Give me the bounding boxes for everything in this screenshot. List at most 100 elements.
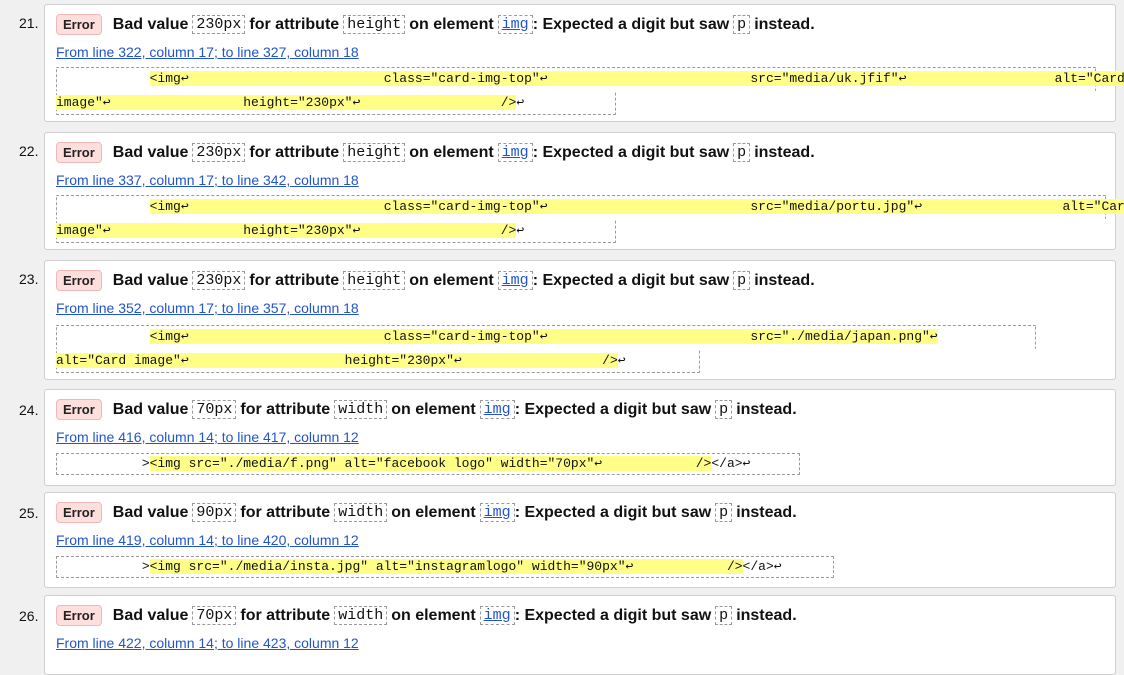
msg-text: : Expected a digit but saw (514, 606, 712, 624)
extract-highlight: <img src="./media/f.png" alt="facebook l… (149, 456, 712, 471)
attribute-name: height (343, 15, 406, 34)
extract-highlight: alt="Card image"↩ height="230px"↩ /> (56, 353, 618, 368)
bad-value: 230px (192, 271, 246, 290)
bad-value: 230px (192, 15, 246, 34)
extract-line: ><img src="./media/insta.jpg" alt="insta… (56, 555, 782, 579)
extract-text: ↩ (617, 353, 626, 368)
result-card: Error Bad value 70px for attribute width… (44, 595, 1116, 675)
source-location-link[interactable]: From line 419, column 14; to line 420, c… (56, 532, 359, 548)
code-extract: <img↩ class="card-img-top"↩ src="media/p… (56, 195, 1124, 245)
msg-text: for attribute (249, 143, 340, 161)
msg-text: for attribute (249, 271, 340, 289)
attribute-name: width (334, 606, 388, 625)
msg-text: : Expected a digit but saw (532, 15, 730, 33)
msg-text: Bad value (112, 400, 189, 418)
attribute-name: height (343, 271, 406, 290)
msg-text: for attribute (249, 15, 340, 33)
msg-text: on element (409, 143, 494, 161)
msg-text: on element (391, 503, 476, 521)
extract-highlight: image"↩ height="230px"↩ /> (56, 223, 517, 238)
extract-line: <img↩ class="card-img-top"↩ src="./media… (56, 325, 938, 349)
msg-text: : Expected a digit but saw (532, 271, 730, 289)
saw-char: p (715, 503, 733, 522)
error-badge: Error (56, 502, 102, 523)
element-link[interactable]: img (497, 143, 533, 162)
msg-text: Bad value (112, 271, 189, 289)
element-link[interactable]: img (479, 606, 515, 625)
msg-text: : Expected a digit but saw (514, 400, 712, 418)
extract-text (56, 329, 150, 344)
msg-text: instead. (754, 15, 815, 33)
extract-line: <img↩ class="card-img-top"↩ src="media/p… (56, 195, 1124, 219)
element-link[interactable]: img (497, 271, 533, 290)
msg-text: Bad value (112, 606, 189, 624)
extract-line: alt="Card image"↩ height="230px"↩ />↩ (56, 349, 626, 373)
source-location-link[interactable]: From line 322, column 17; to line 327, c… (56, 44, 359, 60)
extract-highlight: <img↩ class="card-img-top"↩ src="media/u… (149, 71, 1124, 86)
code-extract: ><img src="./media/f.png" alt="facebook … (56, 453, 800, 477)
msg-text: instead. (754, 143, 815, 161)
msg-text: Bad value (112, 143, 189, 161)
extract-highlight: <img↩ class="card-img-top"↩ src="media/p… (149, 199, 1124, 214)
attribute-name: height (343, 143, 406, 162)
extract-line: <img↩ class="card-img-top"↩ src="media/u… (56, 67, 1124, 91)
msg-text: on element (391, 400, 476, 418)
source-location-link[interactable]: From line 337, column 17; to line 342, c… (56, 172, 359, 188)
extract-text (56, 71, 150, 86)
attribute-name: width (334, 503, 388, 522)
msg-text: instead. (754, 271, 815, 289)
item-number: 23. (19, 271, 39, 287)
item-number: 22. (19, 143, 39, 159)
attribute-name: width (334, 400, 388, 419)
extract-text: ↩ (516, 95, 525, 110)
item-number: 25. (19, 505, 39, 521)
msg-text: instead. (736, 503, 797, 521)
extract-line: image"↩ height="230px"↩ />↩ (56, 91, 524, 115)
error-message: Error Bad value 230px for attribute heig… (56, 142, 815, 163)
error-message: Error Bad value 70px for attribute width… (56, 399, 797, 420)
saw-char: p (733, 15, 751, 34)
code-extract: <img↩ class="card-img-top"↩ src="media/u… (56, 67, 1124, 117)
error-message: Error Bad value 230px for attribute heig… (56, 270, 815, 291)
msg-text: on element (409, 15, 494, 33)
error-badge: Error (56, 14, 102, 35)
result-card: Error Bad value 230px for attribute heig… (44, 4, 1124, 122)
extract-text: </a>↩ (742, 559, 782, 574)
element-link[interactable]: img (497, 15, 533, 34)
error-badge: Error (56, 142, 102, 163)
item-number: 26. (19, 608, 39, 624)
element-link[interactable]: img (479, 503, 515, 522)
source-location-link[interactable]: From line 352, column 17; to line 357, c… (56, 300, 359, 316)
extract-text: </a>↩ (711, 456, 751, 471)
result-card: Error Bad value 230px for attribute heig… (44, 132, 1124, 250)
extract-highlight: <img↩ class="card-img-top"↩ src="./media… (149, 329, 938, 344)
extract-highlight: image"↩ height="230px"↩ /> (56, 95, 517, 110)
item-number: 24. (19, 402, 39, 418)
msg-text: for attribute (240, 503, 331, 521)
bad-value: 90px (192, 503, 237, 522)
saw-char: p (733, 271, 751, 290)
msg-text: instead. (736, 400, 797, 418)
result-card: Error Bad value 90px for attribute width… (44, 492, 1116, 588)
msg-text: : Expected a digit but saw (514, 503, 712, 521)
msg-text: : Expected a digit but saw (532, 143, 730, 161)
extract-text: > (56, 559, 150, 574)
extract-text (56, 199, 150, 214)
extract-text: ↩ (516, 223, 525, 238)
bad-value: 230px (192, 143, 246, 162)
element-link[interactable]: img (479, 400, 515, 419)
source-location-link[interactable]: From line 422, column 14; to line 423, c… (56, 635, 359, 651)
bad-value: 70px (192, 606, 237, 625)
msg-text: for attribute (240, 606, 331, 624)
extract-line: ><img src="./media/f.png" alt="facebook … (56, 452, 750, 476)
msg-text: instead. (736, 606, 797, 624)
error-message: Error Bad value 230px for attribute heig… (56, 14, 815, 35)
error-badge: Error (56, 399, 102, 420)
error-badge: Error (56, 605, 102, 626)
source-location-link[interactable]: From line 416, column 14; to line 417, c… (56, 429, 359, 445)
extract-text: > (56, 456, 150, 471)
msg-text: Bad value (112, 503, 189, 521)
extract-line: image"↩ height="230px"↩ />↩ (56, 219, 524, 243)
code-extract: ><img src="./media/insta.jpg" alt="insta… (56, 556, 834, 580)
error-badge: Error (56, 270, 102, 291)
